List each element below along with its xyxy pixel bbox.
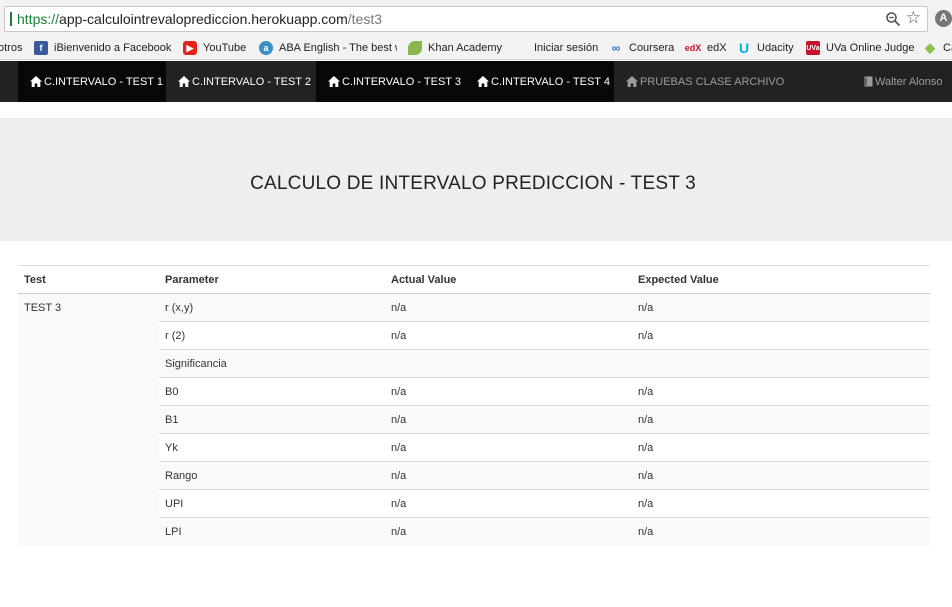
actual-value-cell: n/a (385, 405, 632, 434)
parameter-cell: B1 (159, 405, 385, 434)
expected-value-cell: n/a (632, 293, 930, 322)
nav-test-4[interactable]: C.INTERVALO - TEST 4 (465, 61, 614, 102)
bookmark-otros[interactable]: otros (0, 40, 22, 56)
table-row: TEST 3 r (x,y) n/a n/a (18, 293, 930, 546)
facebook-icon: f (34, 41, 48, 55)
zoom-icon[interactable] (885, 11, 901, 27)
coursera-icon: ∞ (611, 41, 621, 55)
bookmark-facebook[interactable]: f iBienvenido a Facebook (34, 40, 171, 56)
aba-english-icon: a (259, 41, 273, 55)
bookmark-aba-english[interactable]: a ABA English - The best w (259, 40, 397, 56)
nav-test-2[interactable]: C.INTERVALO - TEST 2 (166, 61, 316, 102)
expected-value-cell: n/a (632, 377, 930, 406)
url-text[interactable]: https://app-calculointrevaloprediccion.h… (17, 11, 382, 27)
parameter-cell: Rango (159, 461, 385, 490)
book-icon (864, 76, 873, 87)
parameter-cell: r (x,y) (159, 293, 385, 322)
home-icon (328, 76, 340, 87)
home-icon (626, 76, 638, 87)
uva-icon: UVa (806, 41, 820, 55)
header-expected-value: Expected Value (632, 265, 930, 294)
expected-value-cell: n/a (632, 433, 930, 462)
nav-pruebas-clase-archivo[interactable]: PRUEBAS CLASE ARCHIVO (614, 61, 794, 102)
actual-value-cell (385, 349, 632, 378)
actual-value-cell: n/a (385, 461, 632, 490)
home-icon (178, 76, 190, 87)
actual-value-cell: n/a (385, 321, 632, 350)
parameter-cell: UPI (159, 489, 385, 518)
bookmark-iniciar-sesion[interactable]: Iniciar sesión (513, 40, 598, 56)
microsoft-icon (513, 41, 528, 56)
actual-value-cell: n/a (385, 489, 632, 518)
page-title: CALCULO DE INTERVALO PREDICCION - TEST 3 (250, 173, 696, 194)
navbar: C.INTERVALO - TEST 1 C.INTERVALO - TEST … (0, 61, 952, 102)
expected-value-cell (632, 349, 930, 378)
home-icon (30, 76, 42, 87)
expected-value-cell: n/a (632, 489, 930, 518)
extension-icon[interactable]: A (935, 10, 952, 27)
bookmark-star-icon[interactable]: ☆ (906, 8, 921, 28)
home-icon (477, 76, 489, 87)
actual-value-cell: n/a (385, 293, 632, 322)
expected-value-cell: n/a (632, 461, 930, 490)
bookmark-uva-online-judge[interactable]: UVa UVa Online Judge (806, 40, 914, 56)
bookmark-edx[interactable]: edX edX (685, 40, 727, 56)
expected-value-cell: n/a (632, 405, 930, 434)
page-header: CALCULO DE INTERVALO PREDICCION - TEST 3 (0, 118, 952, 241)
secure-indicator-icon[interactable] (10, 12, 12, 26)
bookmark-youtube[interactable]: ▶ YouTube (183, 40, 246, 56)
nav-test-3[interactable]: C.INTERVALO - TEST 3 (316, 61, 465, 102)
expected-value-cell: n/a (632, 517, 930, 546)
bookmark-ca[interactable]: ◆Ca (923, 40, 952, 56)
parameter-cell: Significancia (159, 349, 385, 378)
header-test: Test (18, 265, 159, 294)
parameter-cell: B0 (159, 377, 385, 406)
actual-value-cell: n/a (385, 433, 632, 462)
bookmark-udacity[interactable]: U Udacity (737, 40, 794, 56)
browser-toolbar: https://app-calculointrevaloprediccion.h… (0, 0, 952, 36)
parameter-cell: r (2) (159, 321, 385, 350)
bookmark-coursera[interactable]: ∞ Coursera (609, 40, 675, 56)
address-bar[interactable]: https://app-calculointrevaloprediccion.h… (4, 6, 928, 32)
results-table: Test Parameter Actual Value Expected Val… (18, 265, 930, 546)
actual-value-cell: n/a (385, 517, 632, 546)
nav-user[interactable]: Walter Alonso (852, 61, 952, 102)
header-actual-value: Actual Value (385, 265, 632, 294)
bookmarks-bar: otros f iBienvenido a Facebook ▶ YouTube a… (0, 36, 952, 60)
expected-value-cell: n/a (632, 321, 930, 350)
khan-academy-icon (408, 41, 422, 55)
bookmark-khan-academy[interactable]: Khan Academy (408, 40, 502, 56)
header-parameter: Parameter (159, 265, 385, 294)
url-host: app-calculointrevaloprediccion.herokuapp… (59, 11, 348, 27)
table-header-row: Test Parameter Actual Value Expected Val… (18, 265, 930, 294)
parameter-cell: LPI (159, 517, 385, 546)
test-name-cell: TEST 3 (18, 293, 159, 546)
edx-icon: edX (684, 43, 702, 53)
leaf-icon: ◆ (925, 40, 935, 55)
youtube-icon: ▶ (183, 41, 197, 55)
udacity-icon: U (738, 40, 750, 56)
nav-test-1[interactable]: C.INTERVALO - TEST 1 (18, 61, 166, 102)
actual-value-cell: n/a (385, 377, 632, 406)
parameter-cell: Yk (159, 433, 385, 462)
